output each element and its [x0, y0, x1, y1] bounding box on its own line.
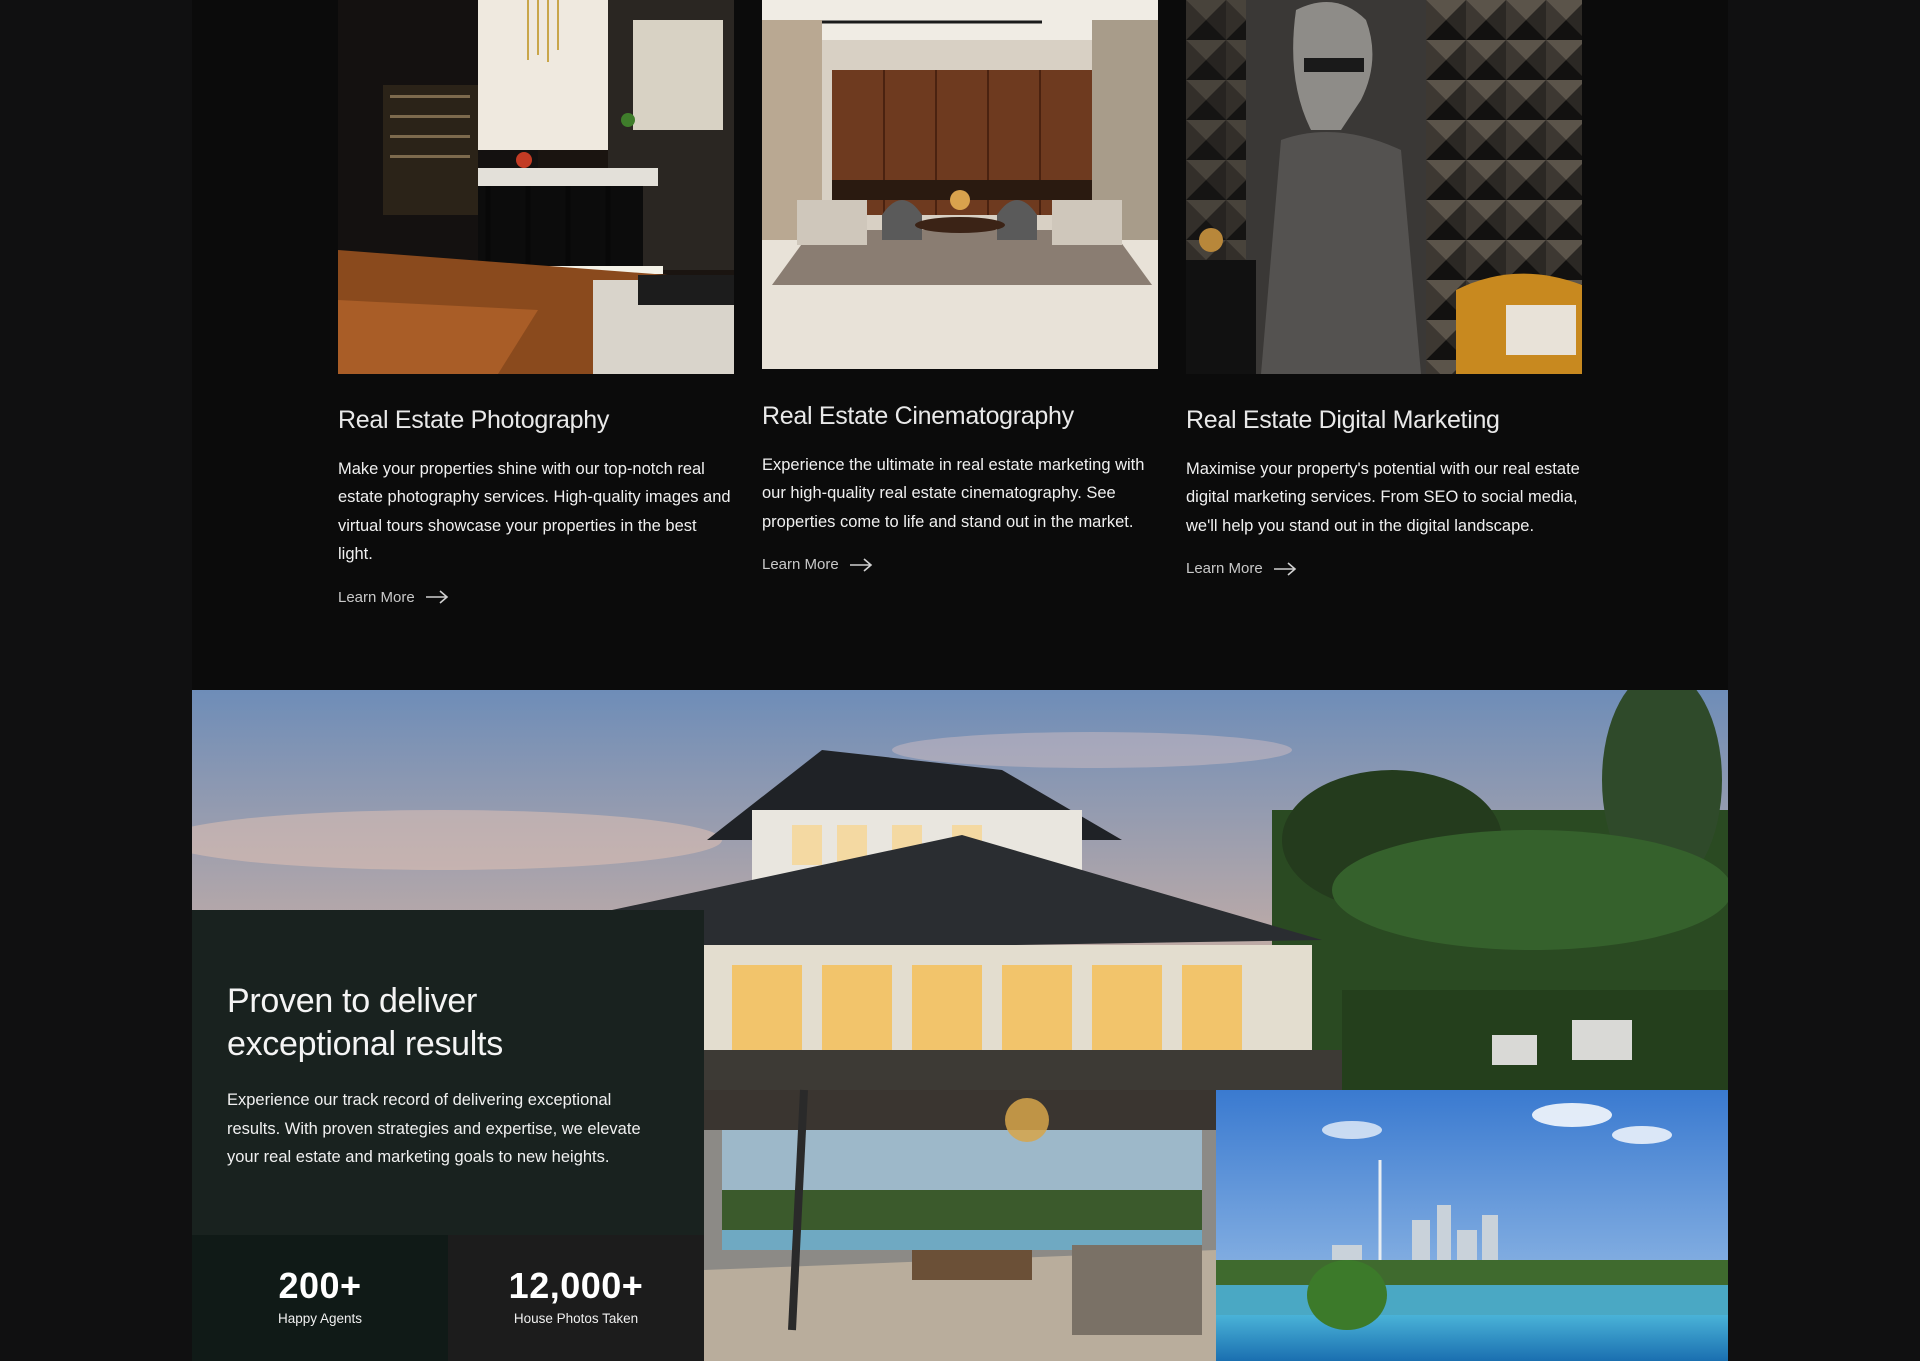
results-panel: Proven to deliver exceptional results Ex… — [192, 910, 704, 1361]
stat-happy-agents: 200+ Happy Agents — [192, 1235, 448, 1361]
results-section: Proven to deliver exceptional results Ex… — [192, 690, 1728, 1361]
results-description: Experience our track record of deliverin… — [227, 1091, 641, 1166]
service-description: Experience the ultimate in real estate m… — [762, 455, 1145, 531]
service-card-cinematography: Real Estate Cinematography Experience th… — [762, 0, 1158, 574]
service-description: Make your properties shine with our top-… — [338, 459, 731, 564]
stat-value: 12,000+ — [508, 1265, 644, 1306]
arrow-right-icon — [425, 590, 448, 604]
learn-more-label: Learn More — [338, 588, 415, 606]
learn-more-link[interactable]: Learn More — [1186, 560, 1297, 577]
service-card-photography: Real Estate Photography Make your proper… — [338, 0, 734, 607]
stat-label: House Photos Taken — [513, 1311, 639, 1326]
stat-value: 200+ — [278, 1265, 362, 1306]
learn-more-link[interactable]: Learn More — [762, 556, 873, 573]
service-title: Real Estate Digital Marketing — [1186, 406, 1500, 434]
stat-label: Happy Agents — [277, 1311, 363, 1326]
service-title: Real Estate Cinematography — [762, 402, 1074, 430]
learn-more-link[interactable]: Learn More — [338, 589, 449, 606]
service-description: Maximise your property's potential with … — [1186, 459, 1580, 535]
results-heading: Proven to deliver exceptional results — [227, 982, 503, 1063]
learn-more-label: Learn More — [762, 556, 839, 573]
learn-more-label: Learn More — [1186, 560, 1263, 577]
kitchen-photo — [338, 0, 734, 374]
page-content: Real Estate Photography Make your proper… — [192, 0, 1728, 1361]
arrow-right-icon — [849, 557, 872, 572]
service-card-digital-marketing: Real Estate Digital Marketing Maximise y… — [1186, 0, 1582, 578]
lounge-photo — [762, 0, 1158, 369]
arrow-right-icon — [1273, 561, 1296, 576]
stat-house-photos: 12,000+ House Photos Taken — [448, 1235, 704, 1361]
art-wall-photo — [1186, 0, 1582, 374]
service-title: Real Estate Photography — [338, 406, 610, 434]
